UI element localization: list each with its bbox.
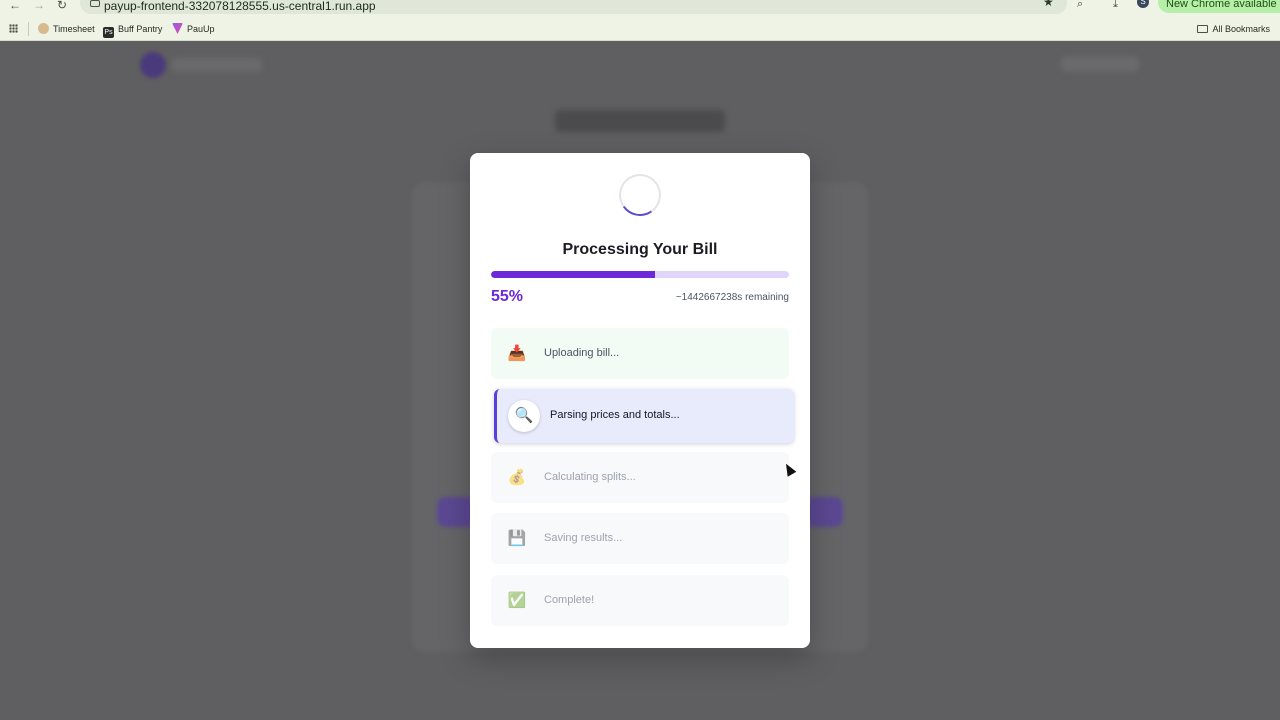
step-calculating: 💰 Calculating splits...: [491, 452, 789, 503]
inbox-tray-icon: 📥: [507, 345, 527, 362]
chrome-update-button[interactable]: New Chrome available ⋮: [1158, 0, 1280, 13]
loading-spinner-icon: [615, 170, 665, 220]
app-brand-blurred: [172, 58, 262, 72]
ps-favicon-icon: Ps: [103, 27, 114, 38]
page-title-blurred: [555, 110, 725, 132]
step-uploading: 📥 Uploading bill...: [491, 328, 789, 379]
timesheet-favicon-icon: [38, 23, 49, 34]
bookmark-timesheet[interactable]: Timesheet: [38, 23, 95, 35]
payup-favicon-icon: [172, 23, 183, 34]
step-label: Complete!: [544, 594, 595, 606]
bookmark-star-icon[interactable]: ★: [1043, 0, 1054, 8]
processing-modal: Processing Your Bill 55% ~1442667238s re…: [470, 153, 810, 648]
progress-bar-fill: [491, 271, 655, 278]
modal-title: Processing Your Bill: [562, 241, 718, 258]
forward-arrow-icon[interactable]: →: [33, 0, 45, 11]
folder-icon: [1197, 25, 1209, 33]
step-label: Parsing prices and totals...: [550, 409, 680, 421]
progress-bar: [491, 271, 789, 278]
bookmark-label: Timesheet: [53, 24, 95, 34]
floppy-disk-icon: 💾: [507, 530, 527, 547]
magnifier-icon: 🔍: [508, 400, 540, 432]
download-icon[interactable]: ⤓: [1113, 0, 1118, 10]
apps-grid-icon[interactable]: [9, 24, 18, 33]
money-bag-icon: 💰: [507, 469, 527, 486]
step-complete: ✅ Complete!: [491, 575, 789, 626]
all-bookmarks-label: All Bookmarks: [1212, 24, 1270, 34]
reload-icon[interactable]: ↻: [57, 0, 67, 11]
step-saving: 💾 Saving results...: [491, 513, 789, 564]
check-mark-icon: ✅: [507, 592, 527, 609]
nav-blurred: [1060, 56, 1140, 72]
back-arrow-icon[interactable]: ←: [9, 0, 21, 11]
bookmark-payup[interactable]: PauUp: [172, 23, 215, 35]
chrome-update-label: New Chrome available: [1166, 0, 1277, 10]
bookmarks-bar: Timesheet Ps Buff Pantry PauUp All Bookma…: [0, 16, 1280, 41]
step-label: Saving results...: [544, 532, 623, 544]
site-info-icon[interactable]: [90, 0, 100, 7]
profile-avatar[interactable]: S: [1137, 0, 1149, 8]
app-logo: [140, 52, 166, 78]
step-parsing: 🔍 Parsing prices and totals...: [494, 389, 794, 443]
bookmarks-divider: [28, 22, 29, 36]
address-bar[interactable]: payup-frontend-332078128555.us-central1.…: [80, 0, 1067, 14]
time-remaining: ~1442667238s remaining: [675, 292, 789, 303]
all-bookmarks-button[interactable]: All Bookmarks: [1197, 23, 1270, 35]
bookmark-label: PauUp: [187, 24, 215, 34]
bookmark-label: Buff Pantry: [118, 24, 163, 34]
progress-percent: 55%: [491, 288, 524, 305]
step-label: Calculating splits...: [544, 471, 636, 483]
lens-icon[interactable]: ⌕: [1077, 0, 1083, 10]
url-text[interactable]: payup-frontend-332078128555.us-central1.…: [104, 0, 376, 13]
browser-toolbar: ← → ↻ payup-frontend-332078128555.us-cen…: [0, 0, 1280, 16]
step-label: Uploading bill...: [544, 347, 620, 359]
bookmark-buff-pantry[interactable]: Ps Buff Pantry: [103, 23, 162, 38]
